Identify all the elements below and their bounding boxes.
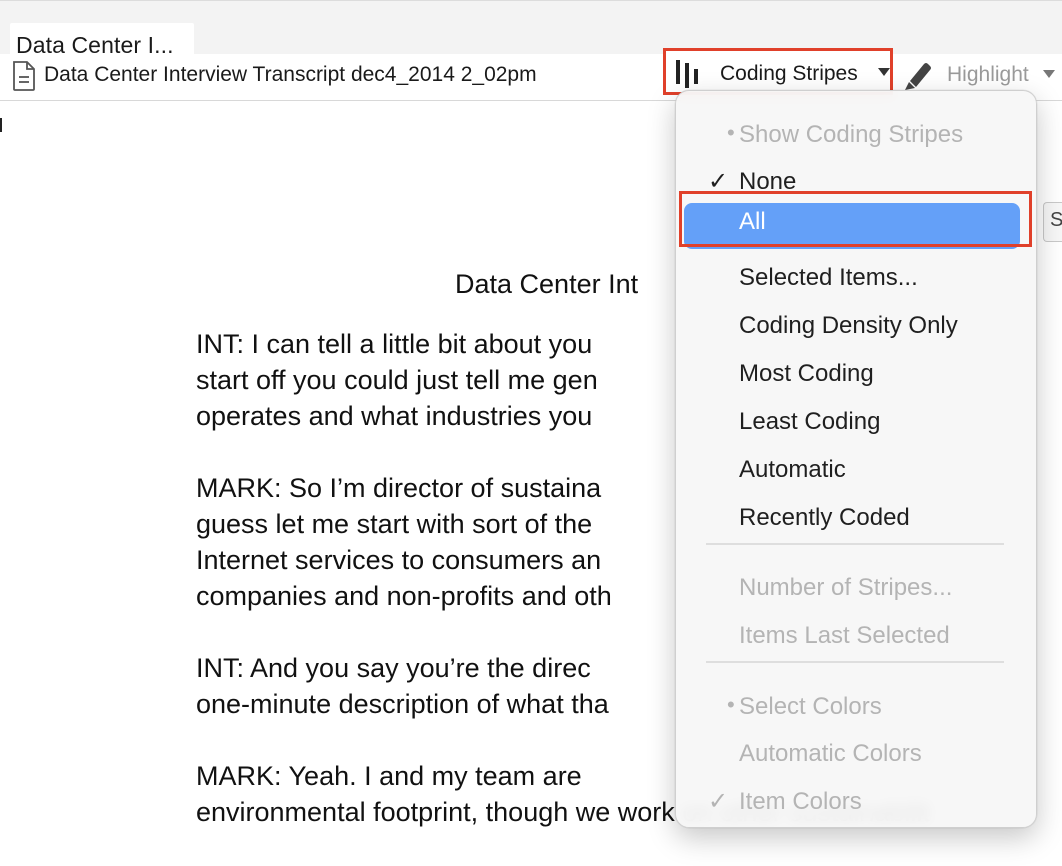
menu-item-label: Coding Density Only xyxy=(739,312,958,339)
menu-separator xyxy=(706,543,1004,545)
document-title: Data Center Interview Transcript dec4_20… xyxy=(44,63,537,86)
menu-item-automatic-colors: Automatic Colors xyxy=(676,731,1036,777)
menu-item-label: Item Colors xyxy=(739,788,862,815)
margin-marker xyxy=(0,118,2,132)
menu-item-select-colors: • Select Colors xyxy=(676,684,1036,730)
menu-item-coding-density-only[interactable]: Coding Density Only xyxy=(676,303,1036,349)
menu-item-recently-coded[interactable]: Recently Coded xyxy=(676,495,1036,541)
side-button[interactable]: S xyxy=(1043,202,1062,242)
coding-stripes-button[interactable]: Coding Stripes xyxy=(663,48,893,95)
document-icon xyxy=(13,61,35,91)
menu-item-most-coding[interactable]: Most Coding xyxy=(676,351,1036,397)
heading-text: Data Center Int xyxy=(455,269,639,299)
bullet-icon: • xyxy=(727,120,735,145)
menu-item-label: Automatic xyxy=(739,456,846,483)
menu-separator xyxy=(706,661,1004,663)
menu-item-label: Number of Stripes... xyxy=(739,574,953,601)
menu-item-label: Most Coding xyxy=(739,360,874,387)
menu-item-label: Items Last Selected xyxy=(739,622,950,649)
coding-stripes-icon xyxy=(676,60,698,88)
annotation-highlight-box xyxy=(679,191,1032,247)
highlight-label[interactable]: Highlight xyxy=(947,63,1029,87)
menu-item-label: Automatic Colors xyxy=(739,740,922,767)
coding-stripes-label: Coding Stripes xyxy=(720,62,858,85)
menu-item-selected-items[interactable]: Selected Items... xyxy=(676,255,1036,301)
chevron-down-icon xyxy=(1043,70,1055,78)
menu-item-automatic[interactable]: Automatic xyxy=(676,447,1036,493)
menu-item-label: Show Coding Stripes xyxy=(739,121,964,148)
window-tab-strip: Data Center I... xyxy=(0,0,1062,58)
menu-item-label: Selected Items... xyxy=(739,264,918,291)
checkmark-icon: ✓ xyxy=(708,788,729,815)
menu-item-label: Recently Coded xyxy=(739,504,910,531)
menu-item-items-last-selected: Items Last Selected xyxy=(676,613,1036,659)
menu-item-number-of-stripes: Number of Stripes... xyxy=(676,565,1036,611)
menu-item-label: Select Colors xyxy=(739,693,882,720)
menu-item-item-colors: ✓ Item Colors xyxy=(676,779,1036,825)
menu-item-least-coding[interactable]: Least Coding xyxy=(676,399,1036,445)
menu-item-show-coding-stripes: • Show Coding Stripes xyxy=(676,112,1036,158)
menu-item-label: Least Coding xyxy=(739,408,881,435)
bullet-icon: • xyxy=(727,692,735,717)
highlighter-pen-icon[interactable] xyxy=(900,59,934,91)
side-button-label: S xyxy=(1050,209,1062,231)
chevron-down-icon xyxy=(878,68,890,76)
tab-document[interactable]: Data Center I... xyxy=(10,23,194,58)
